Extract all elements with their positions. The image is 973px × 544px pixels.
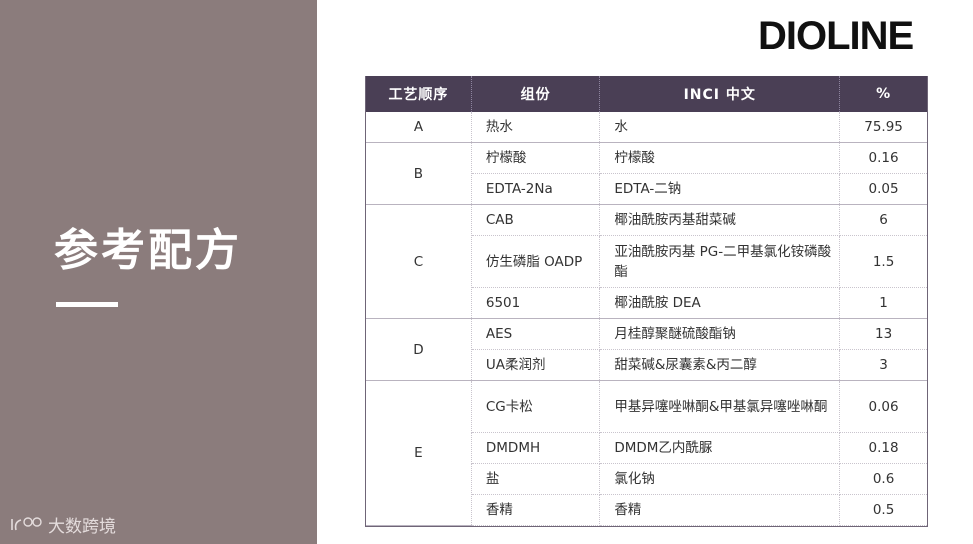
inci-cell: DMDM乙内酰脲 (599, 432, 841, 464)
process-cell: A (366, 112, 472, 143)
inci-cell: 水 (599, 112, 841, 143)
percent-cell: 75.95 (839, 112, 927, 143)
percent-cell: 0.05 (839, 173, 927, 205)
inci-cell: EDTA-二钠 (599, 173, 841, 205)
component-cell: CG卡松 (471, 380, 601, 433)
table-row: C CAB 椰油酰胺丙基甜菜碱 6 (366, 204, 927, 319)
component-cell: DMDMH (471, 432, 601, 464)
percent-cell: 0.16 (839, 142, 927, 174)
percent-cell: 0.5 (839, 494, 927, 526)
process-cell: B (366, 142, 472, 205)
watermark-logo-icon (11, 516, 42, 530)
title-underline (56, 302, 118, 307)
inci-cell: 甲基异噻唑啉酮&甲基氯异噻唑啉酮 (599, 380, 841, 433)
component-cell: 6501 (471, 287, 601, 319)
component-cell: 香精 (471, 494, 601, 526)
component-cell: EDTA-2Na (471, 173, 601, 205)
page-title: 参考配方 (54, 225, 242, 276)
header-percent: % (839, 76, 927, 112)
component-cell: CAB (471, 204, 601, 236)
inci-cell: 香精 (599, 494, 841, 526)
component-cell: 盐 (471, 463, 601, 495)
inci-cell: 椰油酰胺 DEA (599, 287, 841, 319)
formula-table-grid: 工艺顺序 组份 INCI 中文 % A 热水 水 75.95 B 柠檬酸 柠檬酸… (366, 76, 927, 526)
component-cell: 仿生磷脂 OADP (471, 235, 601, 288)
inci-cell: 柠檬酸 (599, 142, 841, 174)
table-row: B 柠檬酸 柠檬酸 0.16 (366, 142, 927, 205)
brand-logo: DIOLINE (758, 14, 914, 58)
header-component: 组份 (471, 76, 601, 112)
process-cell: E (366, 380, 472, 526)
process-cell: D (366, 318, 472, 381)
header-process: 工艺顺序 (366, 76, 472, 112)
percent-cell: 6 (839, 204, 927, 236)
percent-cell: 1.5 (839, 235, 927, 288)
table-row: A 热水 水 75.95 (366, 112, 927, 143)
percent-cell: 0.06 (839, 380, 927, 433)
inci-cell: 氯化钠 (599, 463, 841, 495)
header-inci: INCI 中文 (599, 76, 841, 112)
percent-cell: 13 (839, 318, 927, 350)
percent-cell: 3 (839, 349, 927, 381)
table-row: E CG卡松 甲基异噻唑啉酮&甲基氯异噻唑啉酮 0.06 (366, 380, 927, 526)
watermark-text: 大数跨境 (48, 517, 116, 537)
inci-cell: 月桂醇聚醚硫酸酯钠 (599, 318, 841, 350)
component-cell: 热水 (471, 112, 601, 143)
percent-cell: 0.18 (839, 432, 927, 464)
process-cell: C (366, 204, 472, 319)
percent-cell: 0.6 (839, 463, 927, 495)
formula-table: 工艺顺序 组份 INCI 中文 % A 热水 水 75.95 B 柠檬酸 柠檬酸… (365, 76, 928, 527)
inci-cell: 甜菜碱&尿囊素&丙二醇 (599, 349, 841, 381)
inci-cell: 椰油酰胺丙基甜菜碱 (599, 204, 841, 236)
table-row: D AES 月桂醇聚醚硫酸酯钠 13 (366, 318, 927, 381)
component-cell: AES (471, 318, 601, 350)
watermark: 大数跨境 (10, 512, 116, 537)
component-cell: 柠檬酸 (471, 142, 601, 174)
inci-cell: 亚油酰胺丙基 PG-二甲基氯化铵磷酸酯 (599, 235, 841, 288)
percent-cell: 1 (839, 287, 927, 319)
component-cell: UA柔润剂 (471, 349, 601, 381)
